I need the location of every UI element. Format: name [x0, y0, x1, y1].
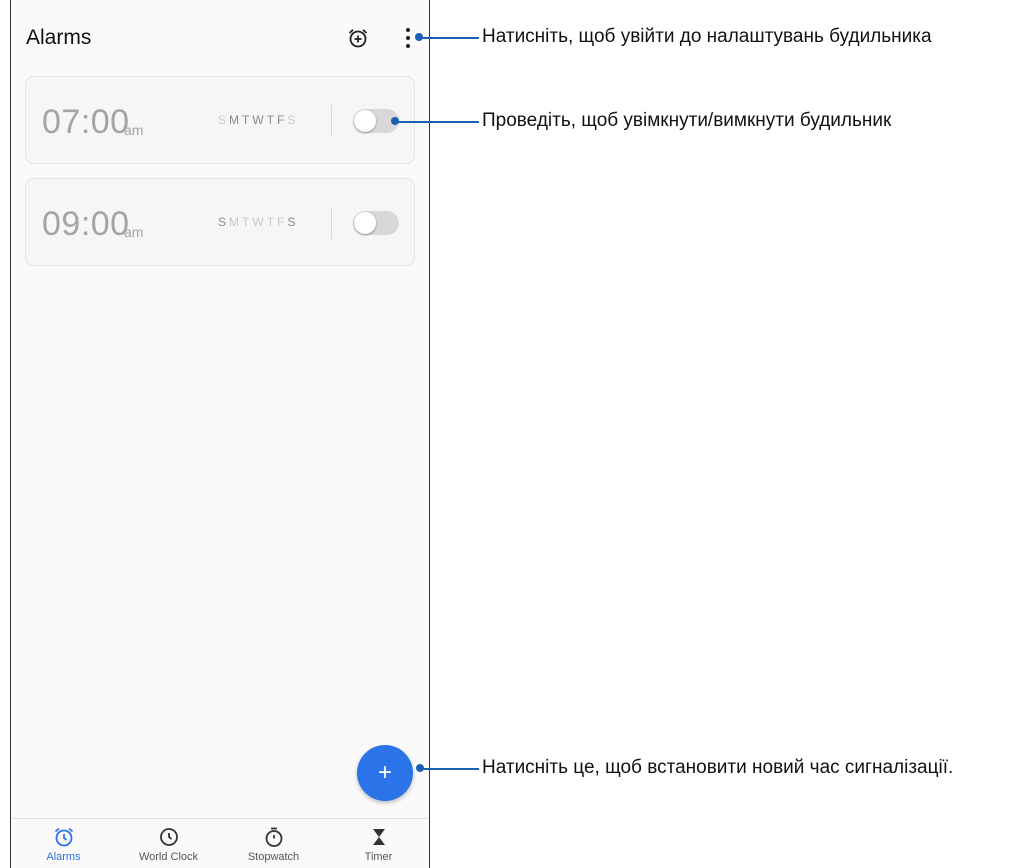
weekday-label: S: [218, 113, 230, 127]
tab-world-clock[interactable]: World Clock: [116, 819, 221, 868]
tab-label: World Clock: [138, 851, 199, 863]
alarm-days: SMTWTFS: [218, 113, 298, 127]
divider: [331, 105, 332, 137]
page-title: Alarms: [26, 26, 92, 49]
weekday-label: F: [277, 113, 288, 127]
add-alarm-icon[interactable]: [344, 24, 372, 52]
tab-stopwatch[interactable]: Stopwatch: [221, 819, 326, 868]
toggle-knob: [354, 212, 376, 234]
alarm-ampm: am: [124, 224, 144, 240]
clock-icon: [159, 828, 178, 846]
tab-timer[interactable]: Timer: [326, 819, 429, 868]
stopwatch-icon: [265, 827, 282, 847]
alarm-toggle[interactable]: [353, 211, 399, 235]
toggle-knob: [354, 110, 376, 132]
hourglass-icon: [372, 829, 385, 845]
alarm-time: 09:00: [42, 205, 130, 243]
phone-screen: Alarms 07:00 am SMTWTFS 09:00 am SMTWTFS…: [10, 0, 430, 868]
callout-add: Натисніть це, щоб встановити новий час с…: [482, 757, 954, 778]
divider: [331, 207, 332, 239]
weekday-label: S: [287, 113, 299, 127]
alarm-clock-icon: [54, 827, 73, 847]
weekday-label: W: [252, 215, 267, 229]
weekday-label: M: [229, 215, 243, 229]
weekday-label: M: [229, 113, 243, 127]
bottom-navigation: Alarms World Clock Stopwatch Timer: [11, 818, 429, 868]
callout-line: [422, 768, 479, 770]
tab-label: Stopwatch: [247, 851, 300, 863]
callout-line: [397, 121, 479, 123]
alarm-ampm: am: [124, 122, 144, 138]
weekday-label: S: [218, 215, 230, 229]
weekday-label: W: [252, 113, 267, 127]
callout-settings: Натисніть, щоб увійти до налаштувань буд…: [482, 26, 932, 47]
alarm-card[interactable]: 07:00 am SMTWTFS: [25, 76, 415, 164]
tab-label: Timer: [364, 851, 393, 863]
weekday-label: T: [266, 215, 278, 229]
weekday-label: T: [266, 113, 278, 127]
alarm-card[interactable]: 09:00 am SMTWTFS: [25, 178, 415, 266]
callout-toggle: Проведіть, щоб увімкнути/вимкнути будиль…: [482, 110, 892, 131]
weekday-label: T: [242, 113, 253, 127]
app-bar: Alarms: [11, 0, 429, 76]
weekday-label: F: [277, 215, 288, 229]
tab-label: Alarms: [46, 851, 81, 863]
callout-line: [421, 37, 479, 39]
alarm-time: 07:00: [42, 103, 130, 141]
weekday-label: S: [287, 215, 299, 229]
add-alarm-button[interactable]: +: [357, 745, 413, 801]
tab-alarms[interactable]: Alarms: [11, 819, 116, 868]
weekday-label: T: [242, 215, 253, 229]
alarm-days: SMTWTFS: [218, 215, 298, 229]
